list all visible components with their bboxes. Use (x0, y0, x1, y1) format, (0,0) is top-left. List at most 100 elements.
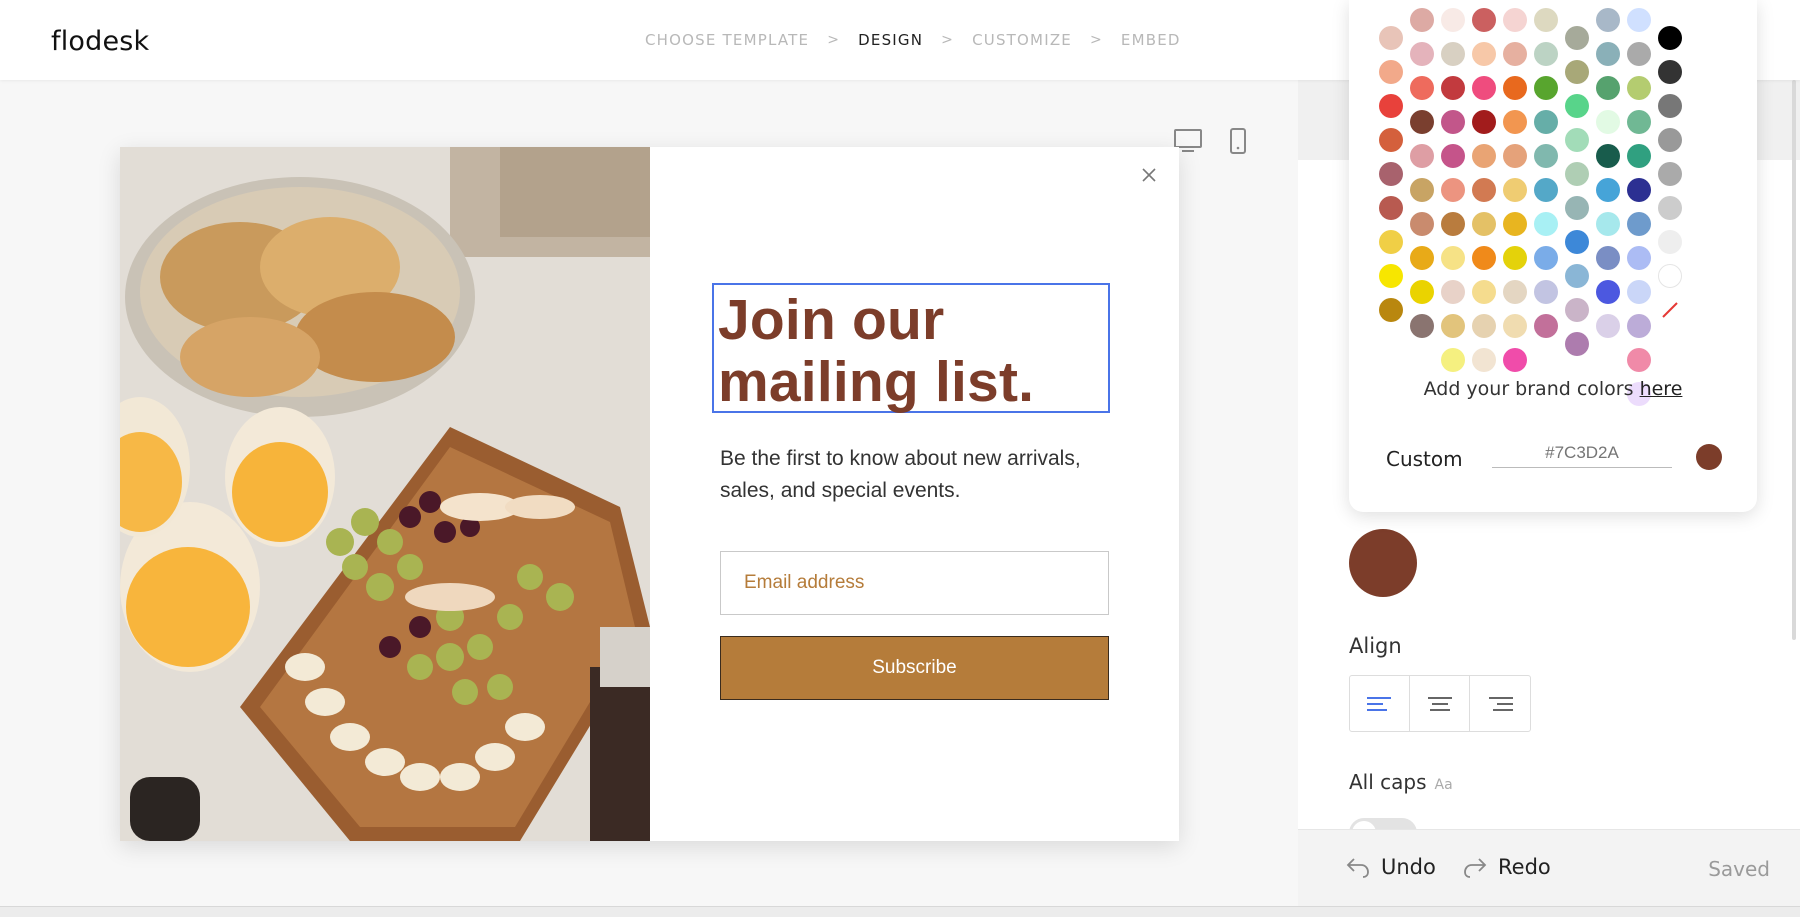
color-swatch[interactable] (1596, 110, 1620, 134)
color-swatch[interactable] (1441, 110, 1465, 134)
color-swatch[interactable] (1472, 348, 1496, 372)
color-swatch[interactable] (1379, 196, 1403, 220)
color-swatch[interactable] (1658, 264, 1682, 288)
color-swatch[interactable] (1627, 8, 1651, 32)
color-swatch[interactable] (1565, 230, 1589, 254)
color-swatch[interactable] (1627, 246, 1651, 270)
color-swatch[interactable] (1565, 26, 1589, 50)
color-swatch[interactable] (1534, 8, 1558, 32)
mobile-view-icon[interactable] (1223, 126, 1253, 156)
color-swatch[interactable] (1441, 42, 1465, 66)
color-swatch[interactable] (1379, 230, 1403, 254)
color-swatch[interactable] (1503, 212, 1527, 236)
color-swatch[interactable] (1565, 60, 1589, 84)
color-swatch[interactable] (1534, 144, 1558, 168)
color-swatch[interactable] (1379, 94, 1403, 118)
color-swatch[interactable] (1472, 280, 1496, 304)
color-swatch[interactable] (1472, 212, 1496, 236)
color-swatch[interactable] (1410, 42, 1434, 66)
color-swatch[interactable] (1658, 230, 1682, 254)
color-swatch[interactable] (1565, 332, 1589, 356)
popup-headline[interactable]: Join our mailing list. (718, 289, 1104, 413)
color-swatch[interactable] (1472, 144, 1496, 168)
align-left-button[interactable] (1350, 676, 1410, 731)
subscribe-button[interactable]: Subscribe (720, 636, 1109, 700)
step-design[interactable]: DESIGN (858, 31, 923, 49)
color-swatch[interactable] (1472, 178, 1496, 202)
color-swatch[interactable] (1534, 178, 1558, 202)
color-swatch[interactable] (1534, 314, 1558, 338)
color-swatch[interactable] (1627, 76, 1651, 100)
undo-button[interactable]: Undo (1345, 855, 1436, 879)
color-swatch[interactable] (1441, 348, 1465, 372)
color-swatch[interactable] (1596, 76, 1620, 100)
step-choose-template[interactable]: CHOOSE TEMPLATE (645, 31, 809, 49)
color-swatch[interactable] (1534, 212, 1558, 236)
color-swatch[interactable] (1534, 246, 1558, 270)
align-center-button[interactable] (1410, 676, 1470, 731)
color-swatch[interactable] (1503, 76, 1527, 100)
color-swatch[interactable] (1627, 110, 1651, 134)
color-swatch[interactable] (1503, 348, 1527, 372)
color-swatch[interactable] (1627, 42, 1651, 66)
brand-colors-link[interactable]: here (1640, 378, 1683, 400)
color-swatch[interactable] (1658, 60, 1682, 84)
color-swatch[interactable] (1503, 280, 1527, 304)
color-swatch[interactable] (1534, 280, 1558, 304)
color-swatch[interactable] (1596, 280, 1620, 304)
color-swatch[interactable] (1503, 42, 1527, 66)
color-swatch[interactable] (1472, 42, 1496, 66)
color-swatch[interactable] (1441, 246, 1465, 270)
color-swatch[interactable] (1410, 110, 1434, 134)
color-swatch[interactable] (1565, 94, 1589, 118)
color-swatch[interactable] (1565, 128, 1589, 152)
color-swatch[interactable] (1410, 144, 1434, 168)
color-swatch[interactable] (1441, 8, 1465, 32)
color-swatch[interactable] (1596, 246, 1620, 270)
step-customize[interactable]: CUSTOMIZE (972, 31, 1072, 49)
color-swatch[interactable] (1503, 178, 1527, 202)
color-swatch[interactable] (1472, 314, 1496, 338)
color-swatch[interactable] (1410, 178, 1434, 202)
custom-hex-input[interactable] (1492, 441, 1672, 468)
popup-subtext[interactable]: Be the first to know about new arrivals,… (720, 443, 1120, 507)
color-swatch[interactable] (1441, 280, 1465, 304)
color-swatch[interactable] (1472, 76, 1496, 100)
color-swatch[interactable] (1379, 128, 1403, 152)
color-swatch[interactable] (1534, 76, 1558, 100)
color-swatch[interactable] (1565, 196, 1589, 220)
color-swatch[interactable] (1658, 162, 1682, 186)
color-swatch[interactable] (1503, 8, 1527, 32)
color-swatch[interactable] (1565, 264, 1589, 288)
color-swatch[interactable] (1503, 314, 1527, 338)
color-swatch[interactable] (1410, 212, 1434, 236)
color-swatch[interactable] (1441, 212, 1465, 236)
close-icon[interactable] (1137, 163, 1161, 187)
color-swatch[interactable] (1627, 314, 1651, 338)
color-swatch[interactable] (1410, 76, 1434, 100)
color-swatch[interactable] (1627, 348, 1651, 372)
flodesk-logo[interactable]: flodesk (51, 26, 149, 57)
color-swatch[interactable] (1379, 60, 1403, 84)
color-swatch[interactable] (1596, 42, 1620, 66)
color-swatch[interactable] (1596, 144, 1620, 168)
color-swatch[interactable] (1379, 26, 1403, 50)
color-swatch[interactable] (1534, 42, 1558, 66)
color-swatch[interactable] (1503, 246, 1527, 270)
color-swatch[interactable] (1379, 264, 1403, 288)
color-swatch[interactable] (1627, 144, 1651, 168)
color-swatch[interactable] (1596, 314, 1620, 338)
color-swatch[interactable] (1379, 298, 1403, 322)
color-swatch[interactable] (1658, 26, 1682, 50)
color-swatch[interactable] (1441, 76, 1465, 100)
color-swatch[interactable] (1410, 280, 1434, 304)
color-swatch[interactable] (1379, 162, 1403, 186)
color-swatch[interactable] (1410, 314, 1434, 338)
step-embed[interactable]: EMBED (1121, 31, 1181, 49)
redo-button[interactable]: Redo (1462, 855, 1551, 879)
color-swatch[interactable] (1472, 8, 1496, 32)
color-swatch[interactable] (1410, 8, 1434, 32)
color-swatch[interactable] (1596, 178, 1620, 202)
color-swatch[interactable] (1503, 110, 1527, 134)
color-swatch[interactable] (1441, 144, 1465, 168)
